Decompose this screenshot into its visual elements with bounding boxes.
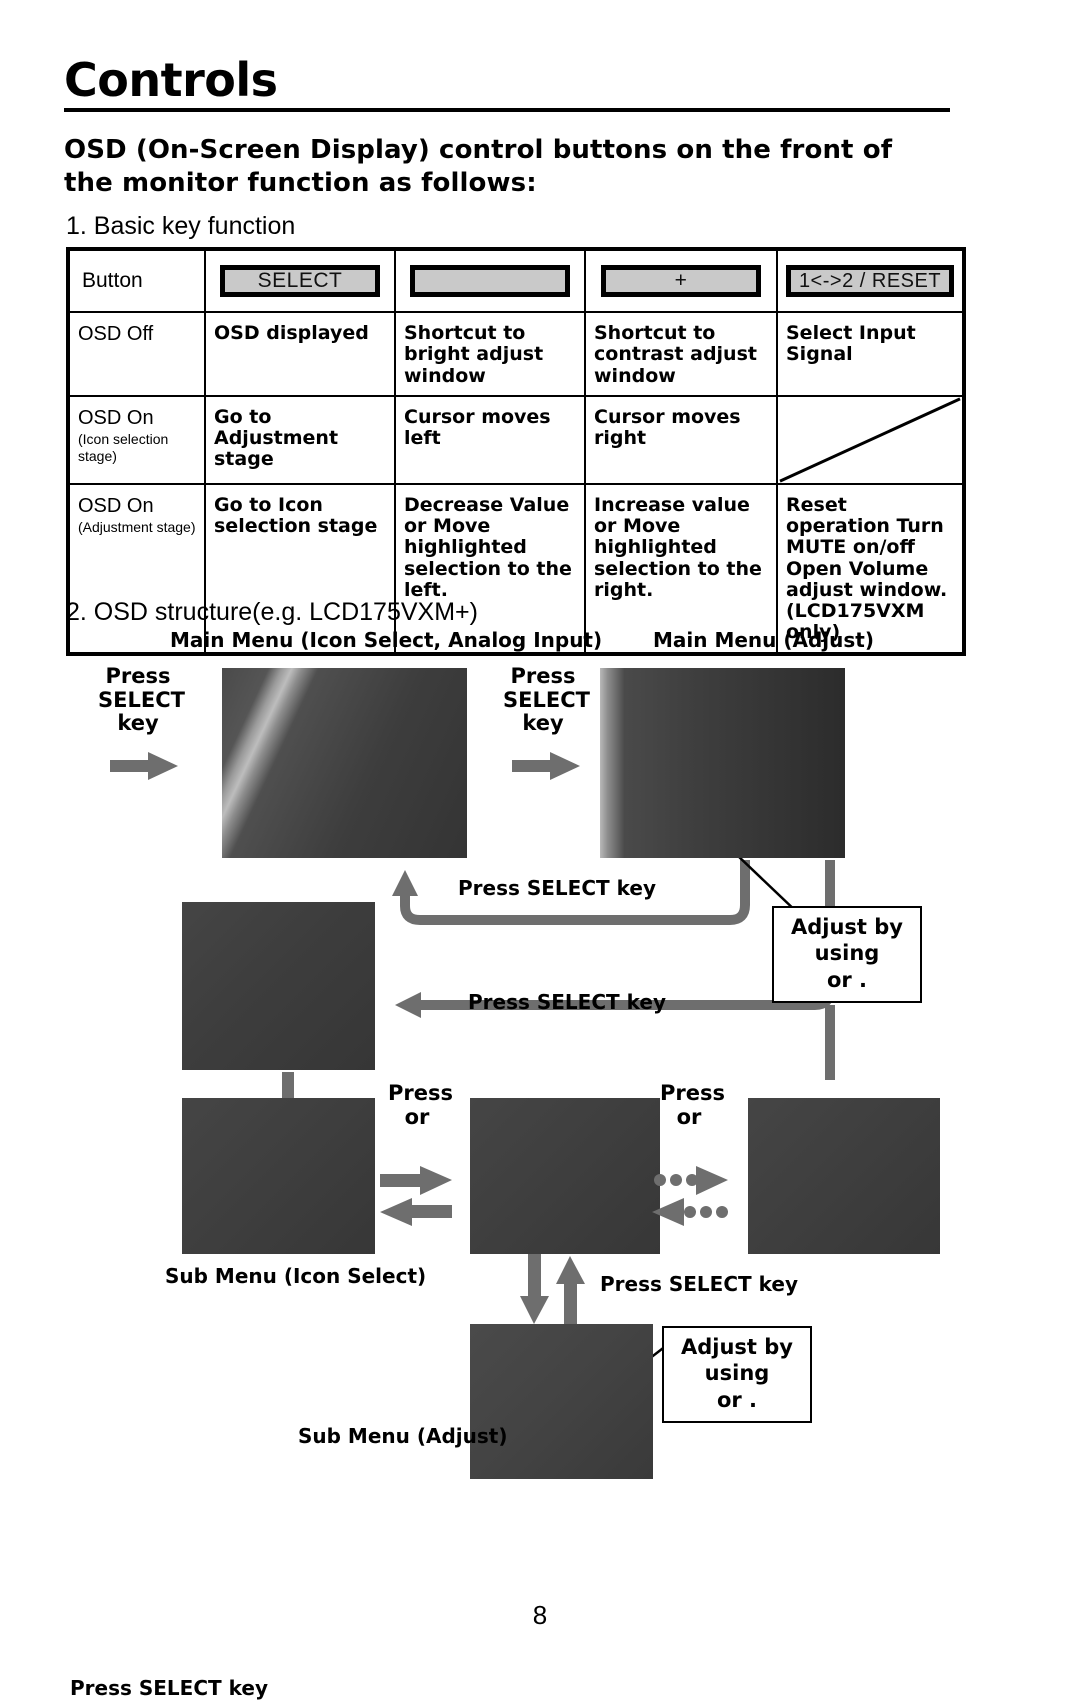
cell-text: OSD displayed xyxy=(214,322,369,344)
button-cell-plus: + xyxy=(586,251,776,311)
arrow-down-up-icon xyxy=(520,1254,585,1326)
arrow-right-icon xyxy=(110,752,178,780)
caption-main-menu-adjust: Main Menu (Adjust) xyxy=(653,628,874,652)
cell-text: Increase value or Move highlighted selec… xyxy=(594,493,762,601)
label-press-or-left: Press or xyxy=(388,1081,453,1129)
row-state-sublabel: (Adjustment stage) xyxy=(78,519,196,536)
cell-diagonal-strike xyxy=(776,394,965,485)
callout-adjust-by-using-bottom: Adjust by using or . xyxy=(662,1326,812,1423)
row-state-label: OSD On xyxy=(78,406,154,429)
header-row-label: Button xyxy=(82,269,143,293)
label-press-select-key-bottom: Press SELECT key xyxy=(600,1272,798,1296)
table-header-row: Button SELECT + 1<->2 / RESET xyxy=(67,248,965,313)
label-press-or-right: Press or xyxy=(660,1081,725,1129)
cell-text: Shortcut to bright adjust window xyxy=(404,322,544,387)
basic-key-function-table: Button SELECT + 1<->2 / RESET OSD Off OS… xyxy=(66,247,966,656)
button-cell-select: SELECT xyxy=(206,251,394,311)
callout-adjust-by-using-top: Adjust by using or . xyxy=(772,906,922,1003)
screen-main-menu-adjust xyxy=(600,668,845,858)
page-title: Controls xyxy=(64,53,278,107)
arrow-left-right-icon xyxy=(380,1166,452,1226)
screen-sub-menu-adjust xyxy=(470,1324,653,1479)
osd-structure-diagram: Main Menu (Icon Select, Analog Input) Ma… xyxy=(0,620,1080,1700)
label-press-select-key-left-bottom: Press SELECT key xyxy=(70,1676,268,1700)
table-row: OSD Off OSD displayed Shortcut to bright… xyxy=(67,311,965,397)
key-button-plus[interactable]: + xyxy=(601,265,761,297)
label-press-select-key-left: Press SELECT key xyxy=(98,664,185,736)
caption-sub-menu-icon-select: Sub Menu (Icon Select) xyxy=(165,1264,427,1288)
key-button-reset[interactable]: 1<->2 / RESET xyxy=(786,265,954,297)
screen-sub-menu-entry xyxy=(182,902,375,1070)
cell-text: Cursor moves right xyxy=(594,405,741,450)
section-1-heading: 1. Basic key function xyxy=(66,212,296,240)
button-cell-reset: 1<->2 / RESET xyxy=(778,251,962,311)
title-divider xyxy=(64,108,950,112)
diagonal-line-icon xyxy=(778,397,962,483)
key-button-select[interactable]: SELECT xyxy=(220,265,380,297)
cell-text: Go to Adjustment stage xyxy=(214,405,339,471)
cell-text: Select Input Signal xyxy=(786,322,916,366)
screen-sub-menu-icon-select xyxy=(182,1098,375,1254)
cell-text: Shortcut to contrast adjust window xyxy=(594,322,757,387)
screen-main-menu-icon-select xyxy=(222,668,467,858)
row-state-label: OSD Off xyxy=(78,323,154,345)
intro-paragraph: OSD (On-Screen Display) control buttons … xyxy=(64,135,893,199)
manual-page: Controls OSD (On-Screen Display) control… xyxy=(0,0,1080,1700)
row-state-sublabel: (Icon selection stage) xyxy=(78,431,169,464)
cell-text: Go to Icon selection stage xyxy=(214,493,378,538)
button-cell-minus xyxy=(396,251,584,311)
caption-sub-menu-adjust: Sub Menu (Adjust) xyxy=(298,1424,508,1448)
arrow-dotted-left-right-icon xyxy=(652,1166,728,1226)
arrow-right-icon xyxy=(512,752,580,780)
label-press-select-key-top: Press SELECT key xyxy=(458,876,656,900)
key-button-minus[interactable] xyxy=(410,265,570,297)
row-state-label: OSD On xyxy=(78,494,154,517)
cell-text: Cursor moves left xyxy=(404,405,551,450)
screen-sub-menu-middle xyxy=(470,1098,660,1254)
caption-main-menu-icon-select: Main Menu (Icon Select, Analog Input) xyxy=(170,628,603,652)
screen-sub-menu-right xyxy=(748,1098,940,1254)
page-number: 8 xyxy=(532,1600,548,1630)
label-press-select-key-mid: Press SELECT key xyxy=(503,664,590,736)
table-row: OSD On (Icon selection stage) Go to Adju… xyxy=(67,394,965,485)
cell-text: Decrease Value or Move highlighted selec… xyxy=(404,493,572,601)
label-press-select-key-mid2: Press SELECT key xyxy=(468,990,666,1014)
